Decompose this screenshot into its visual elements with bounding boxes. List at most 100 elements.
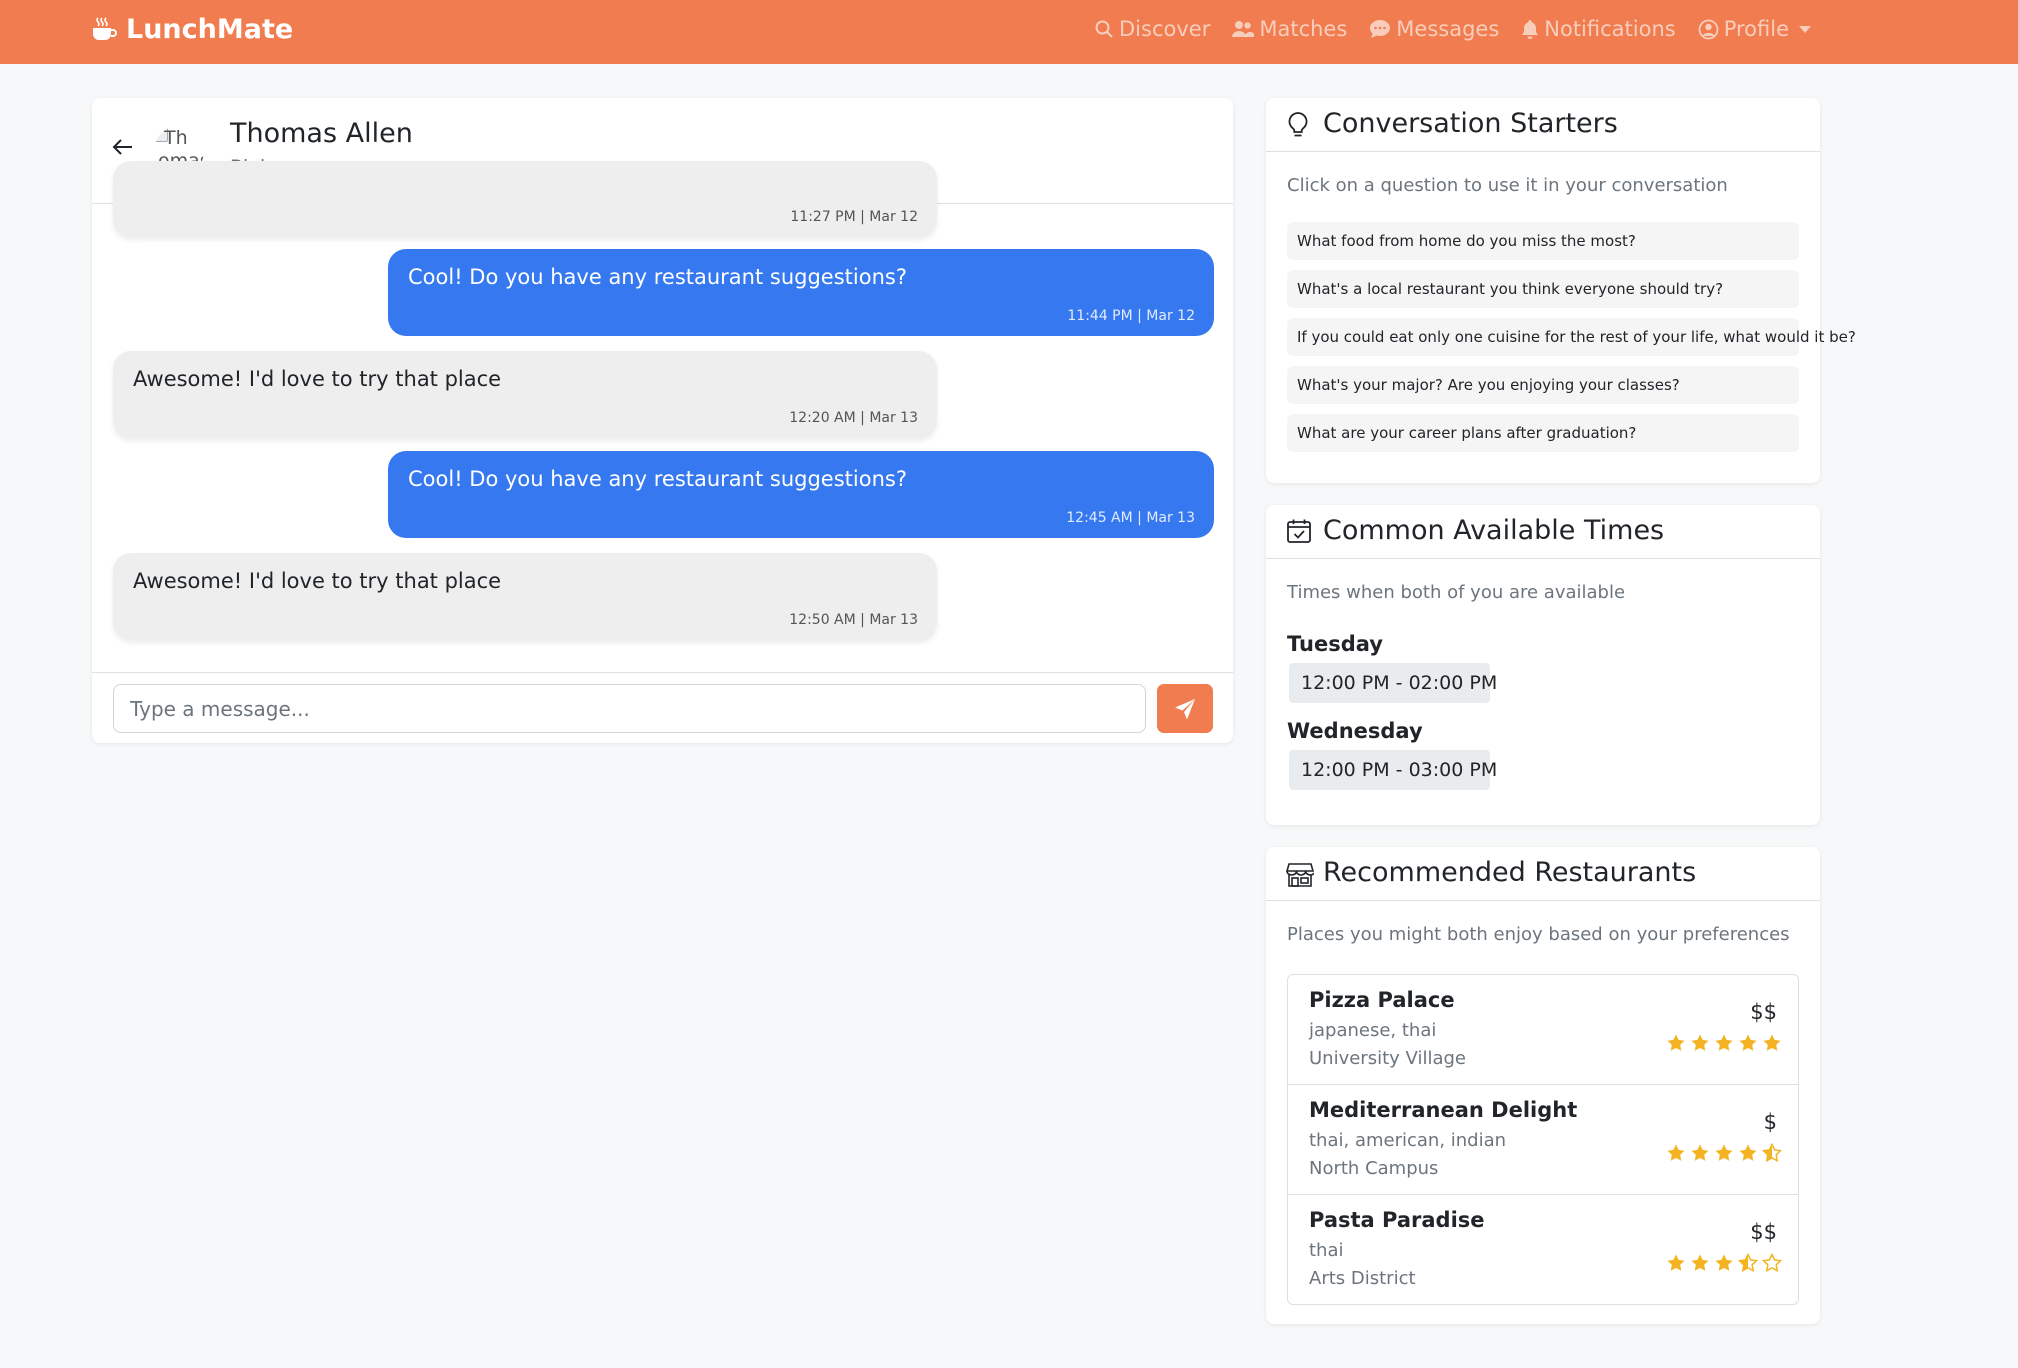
star-full-icon (1758, 1033, 1782, 1057)
restaurant-item[interactable]: Mediterranean Delight thai, american, in… (1288, 1085, 1798, 1195)
message-text: Cool! Do you have any restaurant suggest… (408, 265, 907, 289)
star-full-icon (1686, 1143, 1710, 1167)
chat-panel: Th omas Thomas Allen Biology 11:27 PM | … (92, 98, 1233, 743)
star-full-icon (1734, 1143, 1758, 1167)
nav-notifications-label: Notifications (1544, 17, 1676, 41)
chevron-down-icon (1799, 25, 1811, 33)
day-label: Wednesday (1287, 719, 1423, 743)
restaurant-price: $$ (1750, 1220, 1777, 1244)
message-timestamp: 11:27 PM | Mar 12 (790, 209, 918, 225)
chat-icon (1370, 20, 1391, 38)
nav-notifications[interactable]: Notifications (1521, 17, 1676, 41)
day-label: Tuesday (1287, 632, 1383, 656)
starter-question[interactable]: What's your major? Are you enjoying your… (1287, 366, 1799, 404)
restaurant-price: $ (1763, 1110, 1777, 1134)
star-full-icon (1734, 1033, 1758, 1057)
restaurant-cuisine: thai, american, indian (1309, 1130, 1507, 1151)
time-slot-chip: 12:00 PM - 02:00 PM (1289, 663, 1497, 703)
available-times-card: Common Available Times Times when both o… (1266, 505, 1820, 825)
restaurant-list: Pizza Palace japanese, thai University V… (1287, 974, 1799, 1305)
nav-menu: Discover Matches Messages Notifications … (1072, 13, 1811, 45)
nav-discover[interactable]: Discover (1094, 17, 1210, 41)
user-circle-icon (1698, 19, 1719, 39)
message-bubble-incoming: Awesome! I'd love to try that place 12:5… (113, 553, 937, 640)
star-half-icon (1758, 1142, 1783, 1167)
message-text: Awesome! I'd love to try that place (133, 367, 502, 391)
message-bubble-incoming: 11:27 PM | Mar 12 (113, 161, 937, 237)
message-bubble-outgoing: Cool! Do you have any restaurant suggest… (388, 451, 1214, 538)
star-half-icon (1734, 1252, 1759, 1277)
message-timestamp: 11:44 PM | Mar 12 (1067, 308, 1195, 324)
message-bubble-outgoing: Cool! Do you have any restaurant suggest… (388, 249, 1214, 336)
search-icon (1095, 20, 1113, 38)
message-composer (92, 672, 1233, 743)
message-list[interactable]: 11:27 PM | Mar 12 Cool! Do you have any … (92, 161, 1233, 743)
nav-messages-label: Messages (1396, 17, 1500, 41)
calendar-check-icon (1287, 519, 1311, 543)
star-rating (1662, 1033, 1782, 1057)
restaurant-location: University Village (1309, 1048, 1466, 1069)
restaurant-location: Arts District (1309, 1268, 1416, 1289)
message-bubble-incoming: Awesome! I'd love to try that place 12:2… (113, 351, 937, 438)
restaurant-item[interactable]: Pasta Paradise thai Arts District $$ (1288, 1195, 1798, 1304)
restaurant-item[interactable]: Pizza Palace japanese, thai University V… (1288, 975, 1798, 1085)
brand-name: LunchMate (126, 13, 294, 45)
lightbulb-icon (1288, 112, 1308, 137)
send-icon (1175, 698, 1195, 719)
send-button[interactable] (1157, 684, 1213, 733)
starter-question[interactable]: What are your career plans after graduat… (1287, 414, 1799, 452)
card-header: Common Available Times (1266, 505, 1820, 559)
bell-icon (1522, 20, 1539, 39)
people-icon (1232, 21, 1255, 37)
message-text: Cool! Do you have any restaurant suggest… (408, 467, 907, 491)
star-full-icon (1662, 1033, 1686, 1057)
restaurant-name: Pasta Paradise (1309, 1208, 1485, 1232)
restaurant-name: Pizza Palace (1309, 988, 1455, 1012)
nav-discover-label: Discover (1119, 17, 1211, 41)
contact-name: Thomas Allen (230, 118, 413, 149)
coffee-cup-icon (93, 17, 117, 40)
nav-messages[interactable]: Messages (1369, 17, 1499, 41)
card-title: Recommended Restaurants (1323, 857, 1697, 888)
starter-question[interactable]: What's a local restaurant you think ever… (1287, 270, 1799, 308)
message-input[interactable] (113, 684, 1146, 733)
star-rating (1662, 1142, 1783, 1167)
message-text: Awesome! I'd love to try that place (133, 569, 502, 593)
nav-profile-dropdown[interactable]: Profile (1698, 17, 1811, 41)
star-full-icon (1710, 1253, 1734, 1277)
nav-matches[interactable]: Matches (1232, 17, 1347, 41)
star-rating (1662, 1252, 1783, 1277)
star-full-icon (1662, 1253, 1686, 1277)
message-timestamp: 12:20 AM | Mar 13 (789, 410, 918, 426)
top-navbar: LunchMate Discover Matches Messages Noti… (0, 0, 2018, 64)
card-description: Places you might both enjoy based on you… (1287, 924, 1790, 945)
restaurant-cuisine: japanese, thai (1309, 1020, 1437, 1041)
recommended-restaurants-card: Recommended Restaurants Places you might… (1266, 847, 1820, 1324)
card-header: Recommended Restaurants (1266, 847, 1820, 901)
card-description: Click on a question to use it in your co… (1287, 175, 1728, 196)
star-full-icon (1686, 1253, 1710, 1277)
restaurant-location: North Campus (1309, 1158, 1439, 1179)
star-full-icon (1686, 1033, 1710, 1057)
storefront-icon (1286, 863, 1314, 887)
card-header: Conversation Starters (1266, 98, 1820, 152)
starter-question[interactable]: What food from home do you miss the most… (1287, 222, 1799, 260)
brand-logo[interactable]: LunchMate (90, 13, 293, 45)
star-full-icon (1662, 1143, 1686, 1167)
star-empty-icon (1758, 1252, 1783, 1277)
restaurant-name: Mediterranean Delight (1309, 1098, 1578, 1122)
card-description: Times when both of you are available (1287, 582, 1626, 603)
star-full-icon (1710, 1143, 1734, 1167)
time-slot-chip: 12:00 PM - 03:00 PM (1289, 750, 1497, 790)
card-title: Conversation Starters (1323, 108, 1618, 139)
conversation-starters-card: Conversation Starters Click on a questio… (1266, 98, 1856, 483)
message-timestamp: 12:50 AM | Mar 13 (789, 612, 918, 628)
restaurant-price: $$ (1750, 1000, 1777, 1024)
card-title: Common Available Times (1323, 515, 1665, 546)
star-full-icon (1710, 1033, 1734, 1057)
nav-matches-label: Matches (1259, 17, 1348, 41)
starter-question[interactable]: If you could eat only one cuisine for th… (1287, 318, 1856, 356)
back-arrow-icon[interactable] (112, 138, 134, 160)
restaurant-cuisine: thai (1309, 1240, 1344, 1261)
nav-profile-label: Profile (1723, 17, 1789, 41)
